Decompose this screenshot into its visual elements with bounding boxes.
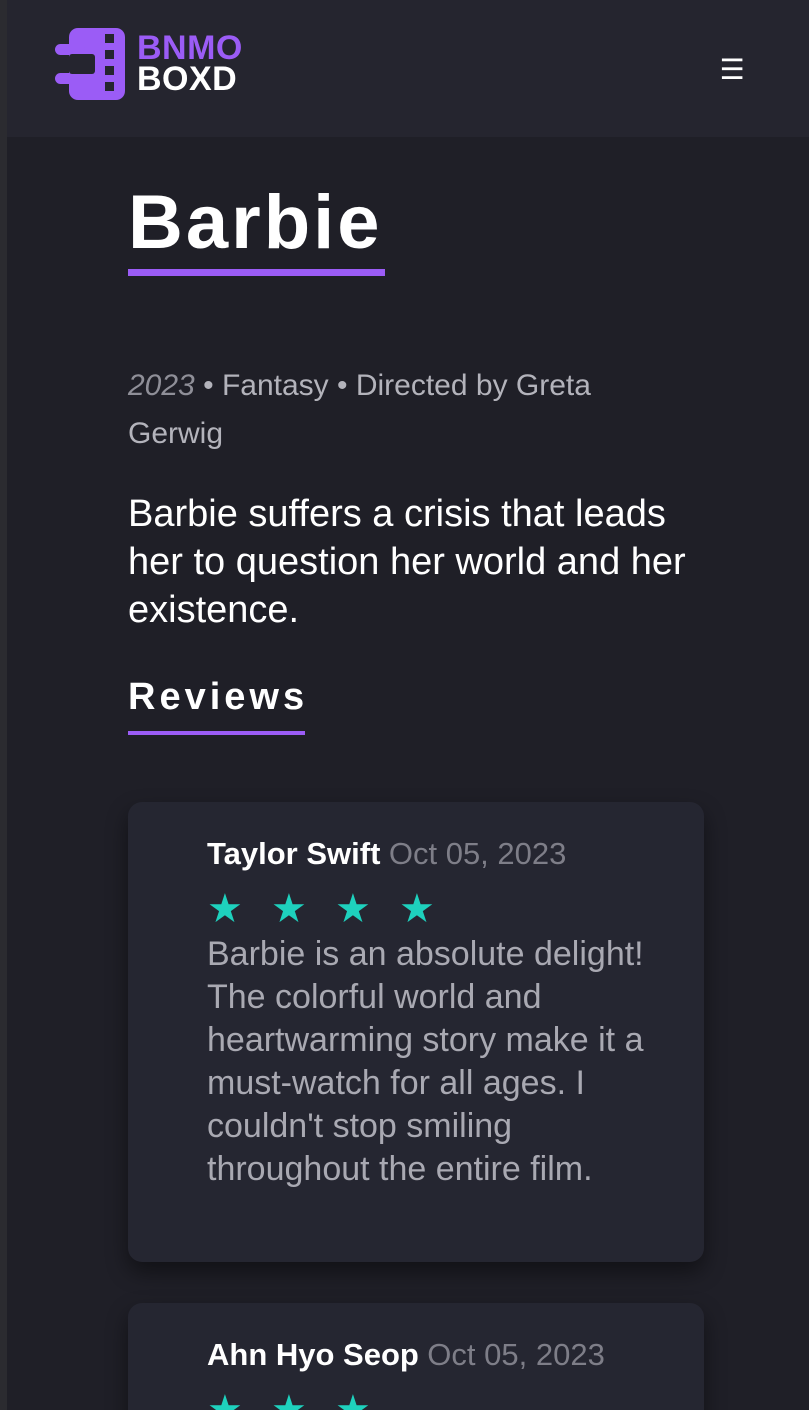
star-icon: ★ bbox=[207, 887, 243, 931]
star-icon: ★ bbox=[399, 887, 435, 931]
star-icon: ★ bbox=[335, 887, 371, 931]
window-edge bbox=[0, 0, 7, 1410]
star-icon: ★ bbox=[207, 1388, 243, 1410]
film-logo-icon bbox=[55, 28, 125, 100]
review-author: Ahn Hyo Seop bbox=[207, 1337, 419, 1372]
meta-separator: • bbox=[194, 369, 222, 402]
reviews-heading: Reviews bbox=[128, 676, 309, 718]
star-icon: ★ bbox=[335, 1388, 371, 1410]
navbar: BNMO BOXD ☰ bbox=[7, 0, 809, 137]
hamburger-menu-icon[interactable]: ☰ bbox=[712, 50, 752, 90]
review-date: Oct 05, 2023 bbox=[388, 836, 567, 871]
review-date: Oct 05, 2023 bbox=[427, 1337, 605, 1372]
movie-meta: 2023 • Fantasy • Directed by Greta Gerwi… bbox=[128, 362, 648, 458]
star-icon: ★ bbox=[271, 887, 307, 931]
review-header: Taylor Swift Oct 05, 2023 bbox=[207, 832, 566, 876]
star-rating: ★ ★ ★ ★ bbox=[207, 884, 463, 934]
movie-synopsis: Barbie suffers a crisis that leads her t… bbox=[128, 493, 686, 631]
movie-title: Barbie bbox=[128, 180, 383, 265]
movie-year: 2023 bbox=[128, 369, 195, 402]
review-header: Ahn Hyo Seop Oct 05, 2023 bbox=[207, 1333, 605, 1377]
movie-genre: Fantasy bbox=[221, 369, 329, 402]
review-author: Taylor Swift bbox=[207, 836, 381, 871]
reviews-underline bbox=[128, 731, 305, 735]
review-text: Barbie is an absolute delight! The color… bbox=[207, 935, 644, 1188]
page: BNMO BOXD ☰ Barbie 2023 • Fantasy • Dire… bbox=[0, 0, 809, 1410]
meta-separator: • bbox=[328, 369, 356, 402]
review-card: Ahn Hyo Seop Oct 05, 2023 ★ ★ ★ bbox=[128, 1303, 704, 1410]
logo-link[interactable]: BNMO BOXD bbox=[55, 28, 243, 100]
star-rating: ★ ★ ★ bbox=[207, 1385, 399, 1410]
logo-text-line2: BOXD bbox=[137, 60, 238, 98]
review-card: Taylor Swift Oct 05, 2023 ★ ★ ★ ★ Barbie is… bbox=[128, 802, 704, 1262]
logo-wordmark: BNMO BOXD bbox=[137, 31, 243, 98]
title-underline bbox=[128, 269, 385, 276]
star-icon: ★ bbox=[271, 1388, 307, 1410]
